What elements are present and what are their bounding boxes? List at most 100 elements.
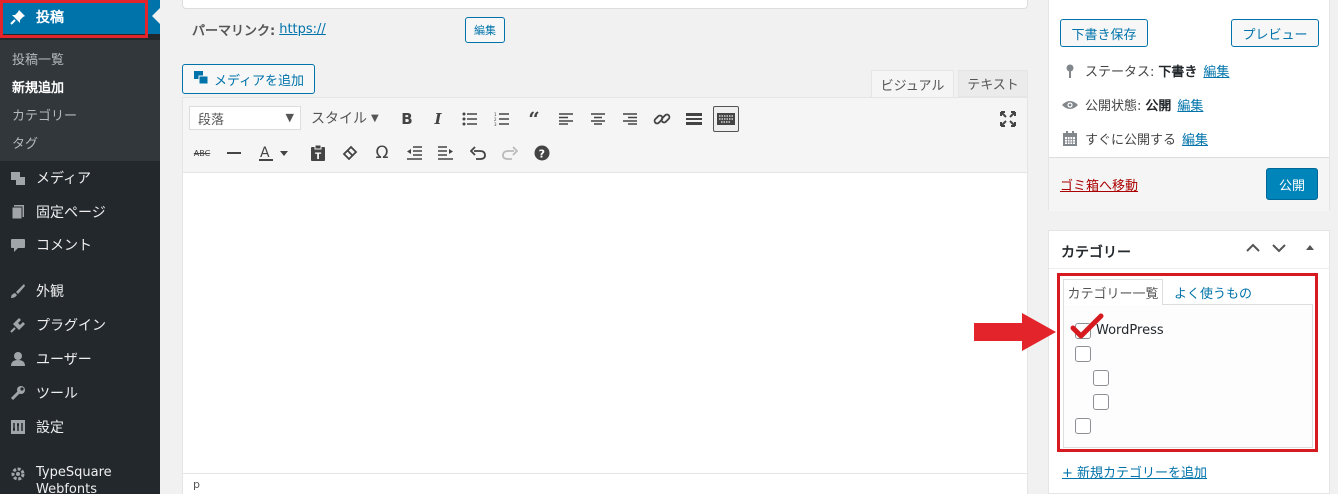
permalink-url[interactable]: https:// [279, 22, 326, 37]
pin-icon [1061, 64, 1079, 78]
move-to-trash-link[interactable]: ゴミ箱へ移動 [1060, 175, 1138, 194]
sidebar-item-tools[interactable]: ツール [0, 376, 160, 410]
category-box-header: カテゴリー [1049, 231, 1329, 269]
sidebar-item-plugins[interactable]: プラグイン [0, 308, 160, 342]
style-select-value: スタイル [311, 111, 367, 127]
user-icon [8, 349, 28, 369]
sidebar-item-posts[interactable]: 投稿 [0, 0, 160, 34]
sidebar-item-typesquare[interactable]: TypeSquare Webfonts [0, 462, 160, 494]
tab-visual[interactable]: ビジュアル [871, 70, 954, 98]
submenu-tags[interactable]: タグ [0, 128, 160, 156]
move-up-icon[interactable] [1245, 240, 1261, 260]
sidebar-item-users[interactable]: ユーザー [0, 342, 160, 376]
undo-icon[interactable] [465, 140, 491, 166]
visibility-row: 公開状態: 公開 編集 [1061, 95, 1203, 114]
numbered-list-icon[interactable]: 123 [489, 106, 515, 132]
svg-text:3: 3 [494, 122, 497, 126]
schedule-row: すぐに公開する 編集 [1061, 129, 1208, 148]
visibility-label: 公開状態: [1085, 99, 1142, 114]
add-media-button[interactable]: メディアを追加 [182, 64, 315, 94]
sidebar-item-label: TypeSquare Webfonts [36, 465, 112, 494]
content-editor: 段落 ▼ スタイル ▼ B I 123 “ ABC A T Ω ? p [182, 97, 1028, 494]
sidebar-item-media[interactable]: メディア [0, 161, 160, 195]
status-edit-link[interactable]: 編集 [1203, 61, 1229, 80]
tab-all-categories[interactable]: カテゴリー一覧 [1063, 279, 1163, 305]
pin-icon [8, 7, 28, 27]
paste-text-icon[interactable]: T [305, 140, 331, 166]
admin-sidebar: 投稿 投稿一覧 新規追加 カテゴリー タグ メディア 固定ページ コメント 外観 [0, 0, 160, 494]
status-label: ステータス: [1085, 65, 1155, 80]
visibility-value: 公開 [1145, 99, 1172, 114]
submenu-all-posts[interactable]: 投稿一覧 [0, 44, 160, 72]
active-arrow [152, 8, 160, 24]
category-checkbox[interactable] [1093, 394, 1109, 410]
bulleted-list-icon[interactable] [457, 106, 483, 132]
status-row: ステータス: 下書き 編集 [1061, 61, 1229, 80]
move-down-icon[interactable] [1271, 240, 1287, 260]
add-new-category-link[interactable]: + 新規カテゴリーを追加 [1062, 462, 1207, 481]
dropdown-arrow-icon: ▼ [285, 111, 294, 124]
bold-icon[interactable]: B [394, 106, 420, 132]
special-character-icon[interactable]: Ω [369, 140, 395, 166]
category-checkbox[interactable] [1075, 346, 1091, 362]
submenu-add-new[interactable]: 新規追加 [0, 72, 160, 100]
style-select[interactable]: スタイル ▼ [311, 106, 379, 130]
comment-icon [8, 235, 28, 255]
sidebar-item-appearance[interactable]: 外観 [0, 274, 160, 308]
align-left-icon[interactable] [553, 106, 579, 132]
status-value: 下書き [1158, 65, 1198, 80]
sidebar-item-label: コメント [36, 238, 92, 254]
format-select[interactable]: 段落 ▼ [189, 106, 301, 130]
clear-formatting-icon[interactable] [337, 140, 363, 166]
sidebar-item-label: ツール [36, 386, 78, 402]
dropdown-arrow-icon: ▼ [371, 112, 379, 124]
text-color-icon[interactable]: A [253, 140, 297, 166]
sidebar-item-pages[interactable]: 固定ページ [0, 195, 160, 229]
schedule-edit-link[interactable]: 編集 [1182, 129, 1208, 148]
save-draft-button[interactable]: 下書き保存 [1060, 19, 1148, 47]
category-label: WordPress [1096, 323, 1164, 338]
visibility-edit-link[interactable]: 編集 [1177, 95, 1203, 114]
editor-toolbar: 段落 ▼ スタイル ▼ B I 123 “ ABC A T Ω ? [183, 98, 1027, 173]
outdent-icon[interactable] [401, 140, 427, 166]
category-box-title: カテゴリー [1061, 245, 1131, 261]
settings-icon [8, 417, 28, 437]
add-media-label: メディアを追加 [213, 73, 305, 89]
permalink-edit-button[interactable]: 編集 [465, 17, 505, 43]
checkmark-icon [1070, 313, 1104, 339]
category-checkbox[interactable] [1093, 370, 1109, 386]
link-icon[interactable] [649, 106, 675, 132]
element-path[interactable]: p [193, 478, 200, 491]
sidebar-item-label: 固定ページ [36, 205, 106, 221]
submenu-categories[interactable]: カテゴリー [0, 100, 160, 128]
eye-icon [1061, 99, 1079, 111]
blockquote-icon[interactable]: “ [521, 106, 547, 132]
publish-button[interactable]: 公開 [1266, 168, 1318, 200]
tab-text[interactable]: テキスト [958, 70, 1028, 97]
preview-button[interactable]: プレビュー [1231, 19, 1319, 47]
fullscreen-icon[interactable] [995, 106, 1021, 132]
collapse-toggle-icon[interactable] [1304, 240, 1316, 260]
tab-popular-categories[interactable]: よく使うもの [1174, 283, 1252, 302]
sidebar-item-comments[interactable]: コメント [0, 228, 160, 262]
indent-icon[interactable] [433, 140, 459, 166]
category-checkbox[interactable] [1075, 418, 1091, 434]
svg-text:T: T [315, 152, 322, 161]
align-center-icon[interactable] [585, 106, 611, 132]
post-title-input[interactable] [182, 0, 1028, 9]
italic-icon[interactable]: I [425, 106, 451, 132]
align-right-icon[interactable] [617, 106, 643, 132]
toolbar-toggle-icon[interactable] [713, 106, 739, 132]
editor-content-area[interactable] [183, 174, 1027, 473]
format-select-value: 段落 [198, 112, 225, 128]
insert-more-icon[interactable] [681, 106, 707, 132]
svg-text:?: ? [539, 148, 545, 161]
gear-icon [8, 464, 28, 484]
wrench-icon [8, 383, 28, 403]
editor-path-bar: p [183, 473, 1027, 494]
horizontal-line-icon[interactable] [221, 140, 247, 166]
sidebar-item-settings[interactable]: 設定 [0, 410, 160, 444]
strikethrough-icon[interactable]: ABC [189, 140, 215, 166]
help-icon[interactable]: ? [529, 140, 555, 166]
redo-icon[interactable] [497, 140, 523, 166]
